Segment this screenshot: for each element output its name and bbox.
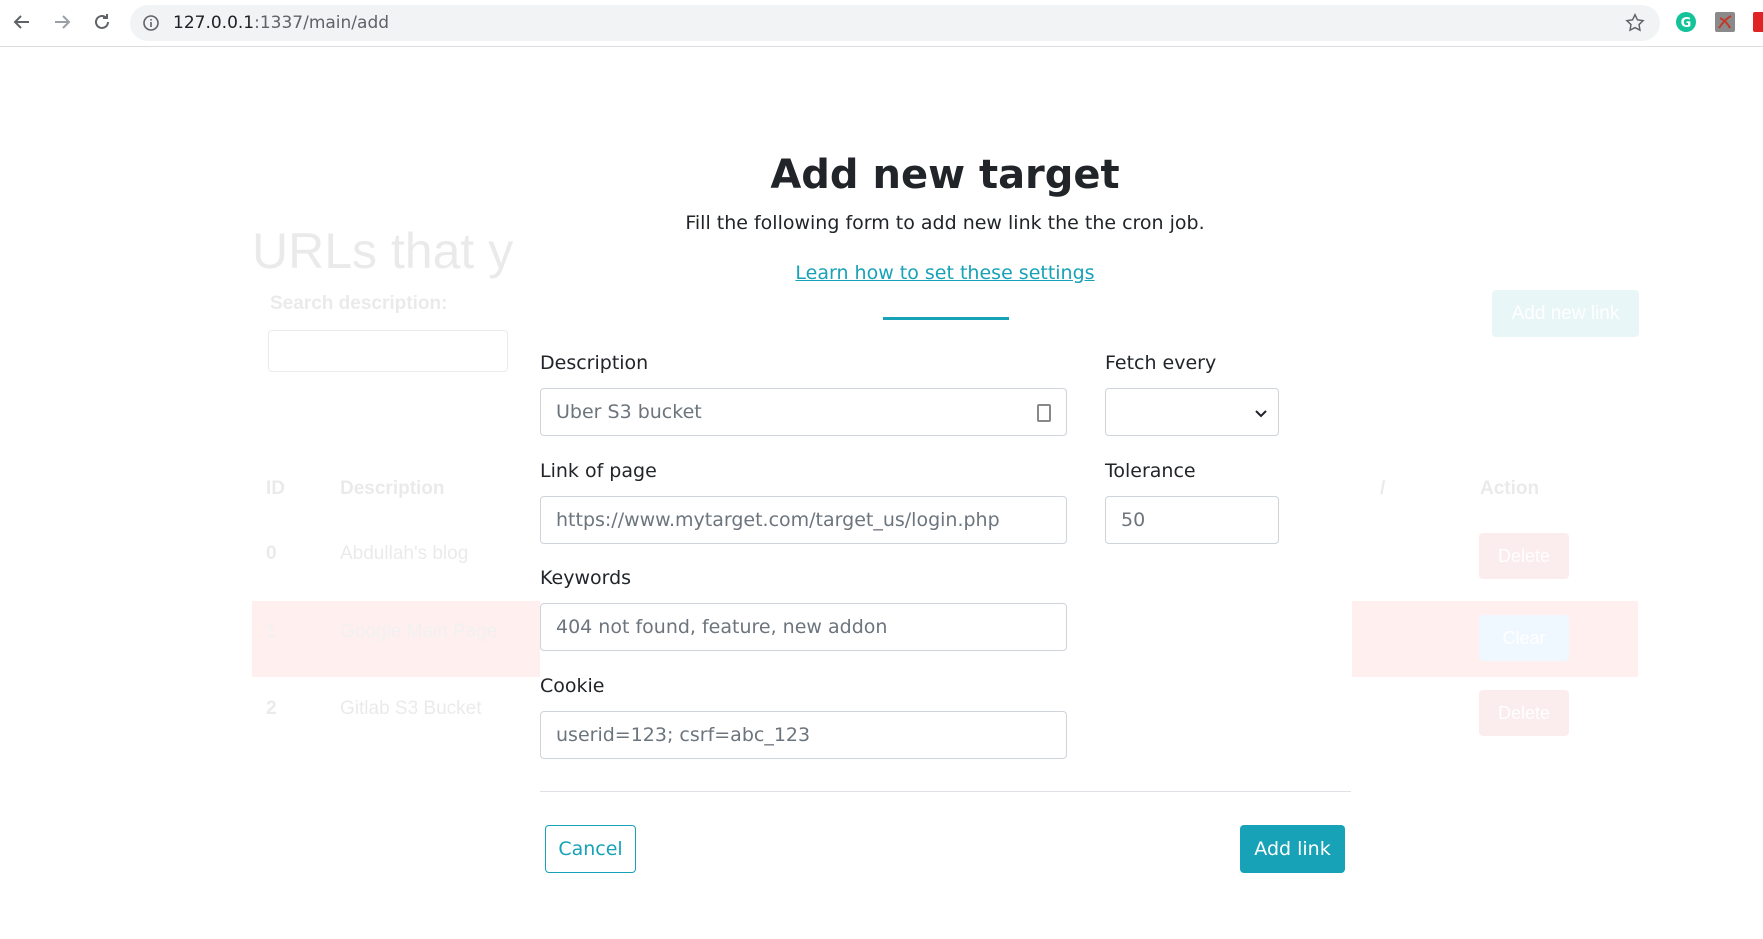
cookie-label: Cookie bbox=[540, 675, 605, 697]
reload-icon[interactable] bbox=[88, 8, 116, 36]
url-host: 127.0.0.1 bbox=[173, 13, 255, 33]
fetch-every-select[interactable] bbox=[1105, 388, 1279, 436]
link-input[interactable] bbox=[540, 496, 1067, 544]
row-action-button: Clear bbox=[1479, 615, 1569, 661]
row-action-button: Delete bbox=[1479, 690, 1569, 736]
cancel-button[interactable]: Cancel bbox=[545, 825, 636, 873]
tolerance-input[interactable] bbox=[1105, 496, 1279, 544]
background-col-id: ID bbox=[266, 478, 285, 499]
row-description: Google Main Page bbox=[340, 621, 498, 642]
form-divider bbox=[540, 791, 1351, 792]
tolerance-label: Tolerance bbox=[1105, 460, 1196, 482]
title-underline bbox=[883, 317, 1009, 320]
grammarly-extension-icon[interactable]: G bbox=[1675, 11, 1697, 33]
row-description: Gitlab S3 Bucket bbox=[340, 698, 482, 719]
address-bar[interactable]: 127.0.0.1:1337/main/add bbox=[130, 5, 1660, 41]
autofill-icon[interactable] bbox=[1037, 404, 1051, 422]
info-icon[interactable] bbox=[142, 14, 160, 36]
link-label: Link of page bbox=[540, 460, 657, 482]
svg-text:G: G bbox=[1681, 16, 1692, 31]
fetch-every-label: Fetch every bbox=[1105, 352, 1217, 374]
url-path: :1337/main/add bbox=[254, 13, 390, 33]
form-title: Add new target bbox=[770, 152, 1120, 198]
form-subtitle: Fill the following form to add new link … bbox=[685, 212, 1205, 234]
forward-icon[interactable] bbox=[48, 8, 76, 36]
background-search-input bbox=[268, 330, 508, 372]
pdf-extension-icon[interactable] bbox=[1714, 11, 1736, 33]
row-description: Abdullah's blog bbox=[340, 543, 469, 564]
browser-toolbar: 127.0.0.1:1337/main/add G bbox=[0, 0, 1763, 47]
row-action-button: Delete bbox=[1479, 533, 1569, 579]
background-col-description: Description bbox=[340, 478, 445, 499]
description-label: Description bbox=[540, 352, 649, 374]
keywords-input[interactable] bbox=[540, 603, 1067, 651]
row-id: 1 bbox=[266, 621, 277, 642]
learn-settings-link[interactable]: Learn how to set these settings bbox=[795, 262, 1094, 284]
description-input[interactable] bbox=[540, 388, 1067, 436]
back-icon[interactable] bbox=[8, 8, 36, 36]
background-add-button: Add new link bbox=[1492, 290, 1639, 337]
star-icon[interactable] bbox=[1624, 12, 1646, 38]
extension-icon[interactable] bbox=[1752, 11, 1763, 33]
chevron-down-icon bbox=[1254, 406, 1268, 425]
add-target-form: Add new target Fill the following form t… bbox=[540, 100, 1352, 900]
row-id: 0 bbox=[266, 543, 277, 564]
keywords-label: Keywords bbox=[540, 567, 632, 589]
cookie-input[interactable] bbox=[540, 711, 1067, 759]
add-link-button[interactable]: Add link bbox=[1240, 825, 1345, 873]
background-col-sep: / bbox=[1380, 478, 1386, 499]
learn-settings-link-wrap: Learn how to set these settings bbox=[540, 262, 1350, 284]
background-title: URLs that y bbox=[252, 223, 514, 279]
row-id: 2 bbox=[266, 698, 277, 719]
background-search-label: Search description: bbox=[270, 293, 448, 314]
url-text: 127.0.0.1:1337/main/add bbox=[173, 13, 389, 33]
background-col-action: Action bbox=[1480, 478, 1540, 499]
